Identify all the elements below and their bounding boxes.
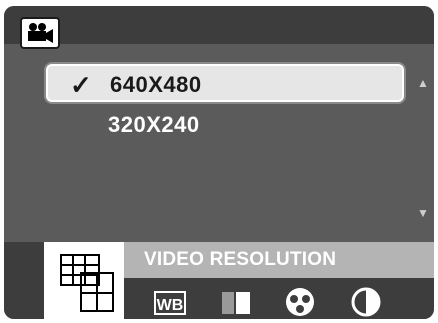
exposure-icon[interactable] — [220, 286, 252, 318]
resolution-option-label: 640X480 — [110, 72, 202, 97]
top-bar — [4, 6, 434, 49]
white-balance-label: WB — [157, 297, 184, 314]
resolution-option-640x480[interactable]: ✓ 640X480 — [46, 64, 404, 102]
movie-camera-icon[interactable] — [20, 17, 60, 49]
color-icon[interactable] — [284, 286, 316, 318]
resolution-option-label: 320X240 — [108, 112, 200, 137]
menu-title: VIDEO RESOLUTION — [144, 249, 337, 270]
contrast-icon[interactable] — [350, 286, 382, 318]
resolution-grid-icon[interactable] — [44, 242, 124, 319]
camera-screen: ✓ 640X480 320X240 ▲ ▼ VIDEO RESOLUTION W… — [4, 6, 434, 319]
resolution-option-320x240[interactable]: 320X240 — [46, 106, 404, 144]
bottom-bar: VIDEO RESOLUTION WB — [4, 242, 434, 319]
checkmark-icon: ✓ — [70, 70, 93, 100]
scroll-down-icon[interactable]: ▼ — [416, 206, 430, 220]
white-balance-icon[interactable]: WB — [154, 286, 186, 318]
scroll-up-icon[interactable]: ▲ — [416, 76, 430, 90]
settings-toolbar: WB — [144, 286, 434, 318]
